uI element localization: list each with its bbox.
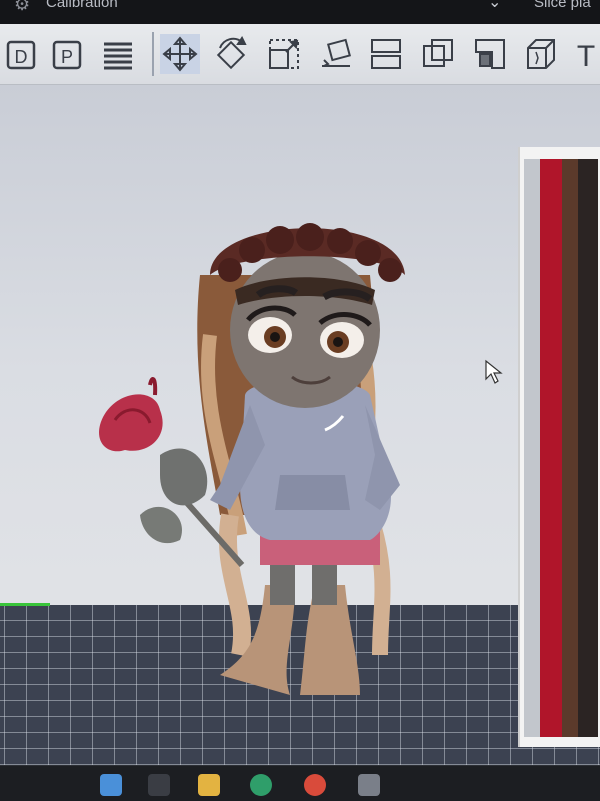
scale-icon[interactable] [264,34,304,74]
preview-strip-light [524,159,540,737]
preview-strip-brown [562,159,578,737]
chrome-icon[interactable] [304,774,326,796]
chevron-down-icon[interactable]: ⌄ [488,0,501,12]
character-model[interactable] [80,155,460,715]
rose-shape [99,394,163,452]
slice-preview-panel[interactable] [518,147,600,747]
preview-strip-dark [578,159,598,737]
toolbar-separator [152,32,154,76]
edge-icon[interactable] [250,774,272,796]
preview-view-label: P [61,47,73,67]
os-taskbar [0,765,600,801]
preview-view-icon[interactable]: P [48,34,88,74]
app-icon[interactable] [358,774,380,796]
list-lines-icon[interactable] [98,34,138,74]
layer-view-label: D [15,47,28,67]
window-title-bar: ⚙ Calibration ⌄ Slice pla [0,0,600,24]
support-paint-icon[interactable] [470,34,510,74]
gear-icon[interactable]: ⚙ [14,0,30,15]
lay-flat-icon[interactable] [316,34,356,74]
seam-cube-icon[interactable] [520,34,560,74]
plate-edge-marker [0,603,50,606]
text-tool-label: T [577,40,595,72]
mouse-cursor-icon [485,359,503,384]
text-tool-icon[interactable]: T [570,34,600,74]
boolean-overlap-icon[interactable] [418,34,458,74]
preview-strip-red [540,159,562,737]
start-icon[interactable] [100,774,122,796]
move-arrows-icon[interactable] [160,34,200,74]
window-title: Calibration [46,0,118,11]
3d-viewport[interactable] [0,85,600,800]
layer-view-icon[interactable]: D [2,34,42,74]
toolbar: D P T [0,24,600,85]
rotate-icon[interactable] [212,34,252,74]
slice-plate-button[interactable]: Slice pla [534,0,591,11]
split-objects-icon[interactable] [366,34,406,74]
search-icon[interactable] [148,774,170,796]
file-explorer-icon[interactable] [198,774,220,796]
